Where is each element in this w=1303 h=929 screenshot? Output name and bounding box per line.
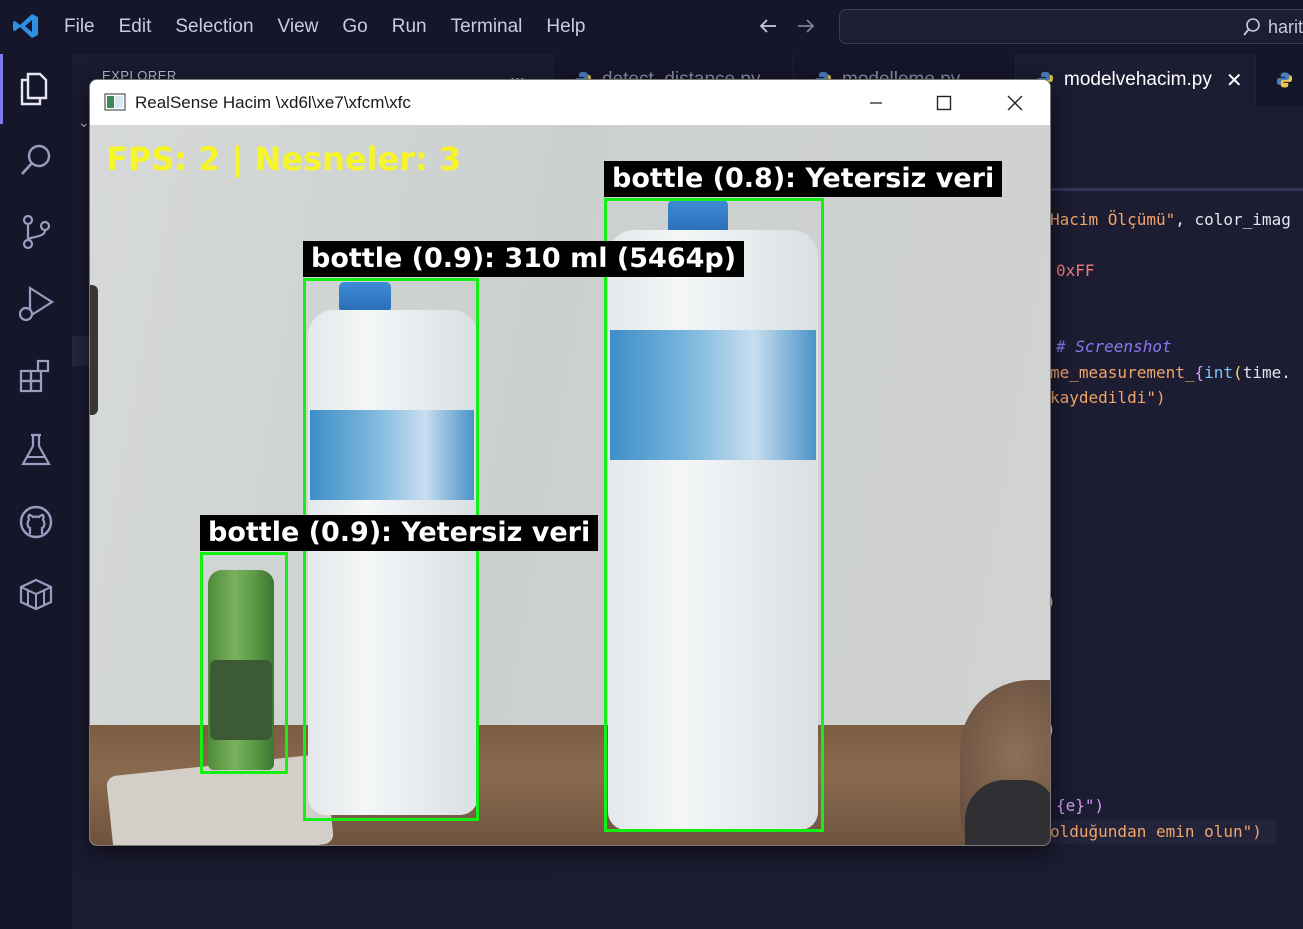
code-line: {e}") <box>1056 796 1104 815</box>
menu-terminal[interactable]: Terminal <box>439 16 535 38</box>
code-brace: { <box>1194 363 1205 382</box>
code-string: {e}") <box>1056 796 1105 815</box>
window-title: RealSense Hacim \xd6l\xe7\xfcm\xfc <box>135 93 411 112</box>
computer-mouse <box>965 780 1050 845</box>
search-icon[interactable] <box>16 140 56 180</box>
back-arrow-icon[interactable] <box>756 14 780 38</box>
menu-view[interactable]: View <box>266 16 331 38</box>
detection-label: bottle (0.8): Yetersiz veri <box>604 161 1003 197</box>
menu-selection[interactable]: Selection <box>163 16 265 38</box>
vscode-logo-icon[interactable] <box>12 12 40 40</box>
code-comment: # Screenshot <box>1056 337 1172 356</box>
code-string: Hacim Ölçümü" <box>1050 210 1176 229</box>
title-bar: File Edit Selection View Go Run Terminal… <box>0 0 1303 54</box>
activity-bar <box>0 54 72 929</box>
minimize-button[interactable] <box>841 80 911 125</box>
menu-bar: File Edit Selection View Go Run Terminal… <box>52 0 598 54</box>
forward-arrow-icon[interactable] <box>794 14 818 38</box>
active-view-indicator <box>0 54 3 124</box>
chevron-down-icon[interactable]: ⌄ <box>78 114 90 131</box>
window-title-bar[interactable]: RealSense Hacim \xd6l\xe7\xfcm\xfc <box>90 80 1050 125</box>
detection-box <box>200 552 288 774</box>
github-icon[interactable] <box>16 502 56 542</box>
code-string: me_measurement_ <box>1050 363 1195 382</box>
tab-label: modelvehacim.py <box>1064 69 1212 90</box>
source-control-icon[interactable] <box>16 212 56 252</box>
code-string: kaydedildi") <box>1050 388 1166 407</box>
minimize-icon <box>870 101 882 104</box>
remote-box-icon[interactable] <box>16 574 56 614</box>
code-function: int <box>1204 363 1234 382</box>
menu-go[interactable]: Go <box>330 16 379 38</box>
window-app-icon <box>104 93 126 111</box>
tab-modelvehacim[interactable]: modelvehacim.py ✕ <box>1016 54 1256 106</box>
navigation-arrows <box>756 14 818 38</box>
maximize-button[interactable] <box>909 80 979 125</box>
menu-file[interactable]: File <box>52 16 107 38</box>
code-line: # Screenshot <box>1056 337 1172 356</box>
maximize-icon <box>936 95 952 110</box>
background-object <box>90 285 98 415</box>
code-line: me_measurement_{int(time. <box>1050 363 1291 382</box>
testing-icon[interactable] <box>16 430 56 470</box>
code-string: olduğundan emin olun") <box>1050 822 1262 841</box>
close-icon[interactable]: ✕ <box>1226 68 1243 93</box>
detection-label: bottle (0.9): 310 ml (5464p) <box>303 241 745 277</box>
command-center-text: harit <box>1268 17 1303 37</box>
code-line: kaydedildi") <box>1050 388 1166 407</box>
menu-edit[interactable]: Edit <box>107 16 164 38</box>
code-text: time. <box>1242 363 1291 382</box>
close-button[interactable] <box>980 80 1050 125</box>
code-line: olduğundan emin olun") <box>1050 822 1262 841</box>
search-icon <box>1243 18 1260 36</box>
camera-frame: bottle (0.8): Yetersiz veri bottle (0.9)… <box>90 125 1050 845</box>
run-debug-icon[interactable] <box>16 284 56 324</box>
close-icon <box>1007 95 1023 110</box>
fps-overlay: FPS: 2 | Nesneler: 3 <box>106 140 462 178</box>
code-line: Hacim Ölçümü", color_imag <box>1050 210 1291 229</box>
code-text: , color_imag <box>1175 210 1291 229</box>
code-paren: ( <box>1233 363 1243 382</box>
command-center-search[interactable]: harit <box>839 9 1303 44</box>
menu-run[interactable]: Run <box>380 16 439 38</box>
opencv-window[interactable]: RealSense Hacim \xd6l\xe7\xfcm\xfc bottl… <box>89 79 1051 846</box>
explorer-icon[interactable] <box>16 68 56 108</box>
detection-box <box>604 198 824 832</box>
extensions-icon[interactable] <box>16 356 56 396</box>
code-number: 0xFF <box>1056 261 1095 280</box>
editor-divider <box>1050 188 1303 191</box>
code-line: 0xFF <box>1056 261 1095 280</box>
tab-overflow[interactable] <box>1256 54 1303 106</box>
python-file-icon <box>1276 72 1293 88</box>
menu-help[interactable]: Help <box>534 16 597 38</box>
detection-label: bottle (0.9): Yetersiz veri <box>200 515 599 551</box>
